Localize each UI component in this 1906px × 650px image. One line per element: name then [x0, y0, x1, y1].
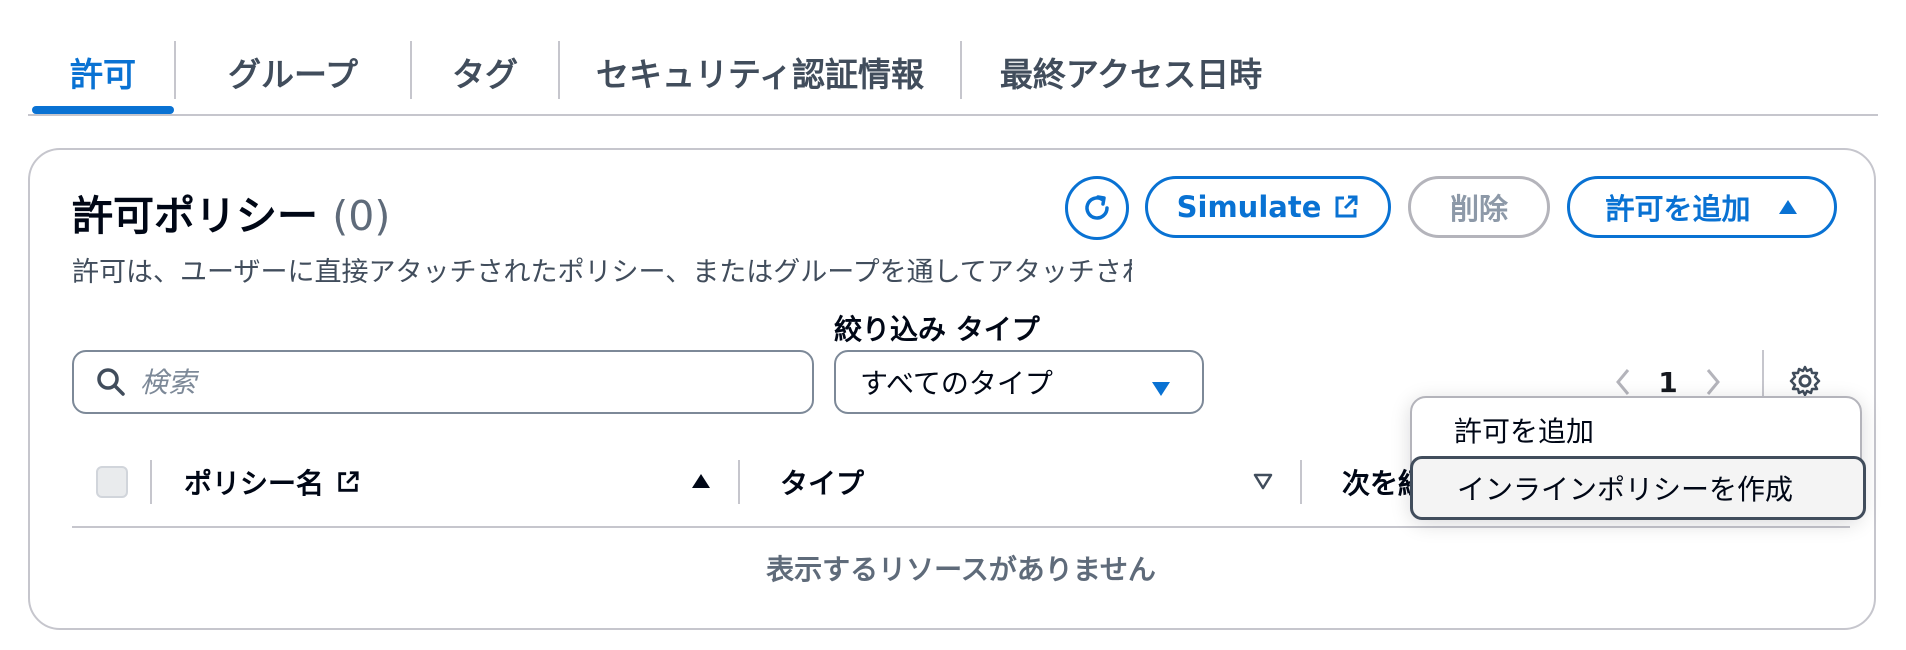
panel-description: 許可は、ユーザーに直接アタッチされたポリシー、またはグループを通してアタッチされ…	[72, 257, 1132, 288]
tab-bar: 許可 グループ タグ セキュリティ認証情報 最終アクセス日時	[28, 28, 1878, 116]
column-policy-name-label: ポリシー名	[184, 467, 325, 500]
search-box[interactable]	[72, 350, 814, 414]
policy-count: (0)	[332, 192, 391, 240]
caret-up-icon	[1777, 198, 1799, 216]
current-page-number[interactable]: 1	[1646, 366, 1690, 399]
external-link-icon	[336, 470, 360, 494]
menu-item-add-permissions[interactable]: 許可を追加	[1412, 400, 1864, 460]
refresh-button[interactable]	[1065, 176, 1129, 240]
simulate-button[interactable]: Simulate	[1145, 176, 1391, 238]
panel-title: 許可ポリシー (0)	[72, 182, 390, 242]
refresh-icon	[1085, 195, 1109, 220]
previous-page-button[interactable]	[1600, 367, 1646, 397]
search-icon	[97, 368, 125, 396]
external-link-icon	[1333, 194, 1359, 220]
tab-groups[interactable]: グループ	[176, 28, 410, 116]
sort-descending-icon[interactable]	[1252, 472, 1274, 494]
simulate-label: Simulate	[1176, 190, 1322, 224]
column-policy-name[interactable]: ポリシー名	[184, 462, 360, 502]
search-input[interactable]	[140, 365, 740, 399]
column-divider	[1300, 460, 1302, 504]
sort-ascending-icon[interactable]	[690, 472, 712, 494]
column-divider	[738, 460, 740, 504]
delete-button[interactable]: 削除	[1408, 176, 1550, 238]
type-filter-select[interactable]: すべてのタイプ	[834, 350, 1204, 414]
filter-type-label: 絞り込み タイプ	[834, 313, 1040, 346]
column-type-label: タイプ	[780, 467, 865, 500]
add-permissions-label: 許可を追加	[1605, 192, 1751, 226]
tab-tags[interactable]: タグ	[412, 28, 558, 116]
select-all-checkbox[interactable]	[96, 466, 128, 498]
tab-security-credentials[interactable]: セキュリティ認証情報	[560, 28, 960, 116]
permission-policies-panel: 許可ポリシー (0) Simulate 削除 許可を追加 許可は、ユーザーに直接…	[28, 148, 1876, 630]
type-filter-value: すべてのタイプ	[860, 367, 1053, 400]
menu-item-create-inline-policy[interactable]: インラインポリシーを作成	[1410, 456, 1866, 520]
add-permissions-button[interactable]: 許可を追加	[1567, 176, 1837, 238]
column-divider	[150, 460, 152, 504]
chevron-right-icon	[1706, 369, 1720, 395]
chevron-left-icon	[1616, 369, 1630, 395]
panel-title-text: 許可ポリシー	[72, 192, 318, 240]
active-tab-indicator	[32, 106, 174, 114]
gear-icon	[1789, 365, 1821, 397]
empty-state-message: 表示するリソースがありません	[766, 553, 1156, 586]
add-permissions-dropdown: 許可を追加 インラインポリシーを作成	[1410, 396, 1866, 520]
column-type[interactable]: タイプ	[780, 462, 864, 502]
next-page-button[interactable]	[1690, 367, 1736, 397]
tab-last-accessed[interactable]: 最終アクセス日時	[962, 28, 1300, 116]
caret-down-icon	[1150, 372, 1172, 405]
tab-permissions[interactable]: 許可	[32, 28, 174, 116]
